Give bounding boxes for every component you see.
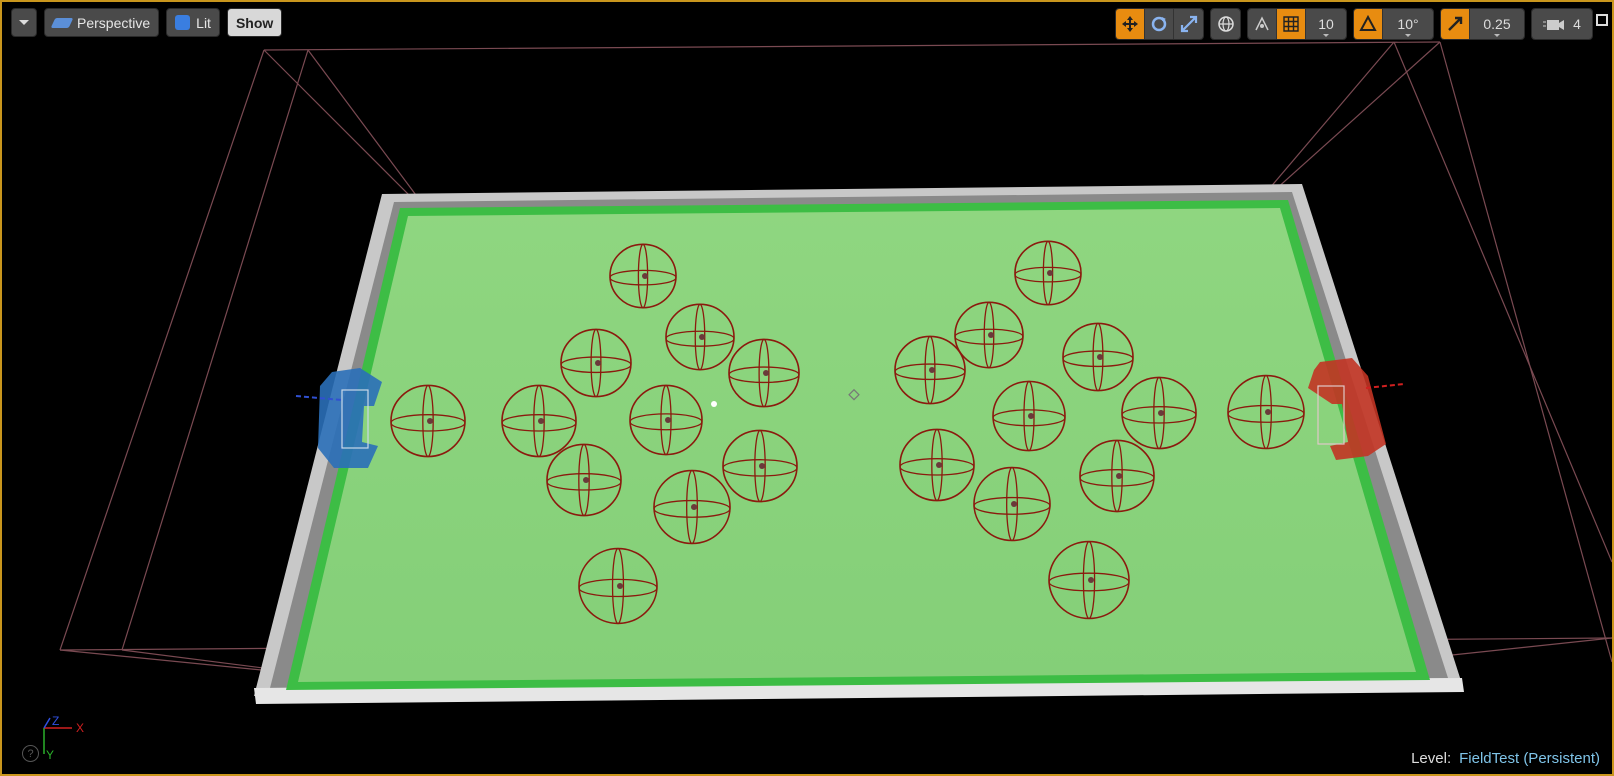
grid-snap-label: 10 <box>1318 16 1334 32</box>
rotate-icon <box>1151 16 1167 32</box>
scale-snap-toggle[interactable] <box>1441 9 1470 39</box>
viewport-options-button[interactable] <box>11 8 37 37</box>
camera-speed-label: 4 <box>1573 16 1581 32</box>
perspective-button[interactable]: Perspective <box>44 8 160 37</box>
camera-speed-button[interactable]: 4 <box>1532 9 1592 39</box>
scale-snap-value[interactable]: 0.25 <box>1470 9 1524 39</box>
grid-snap-group: 10 <box>1247 8 1347 40</box>
translate-mode-button[interactable] <box>1116 9 1145 39</box>
surface-snap-icon <box>1255 16 1269 31</box>
rotate-mode-button[interactable] <box>1145 9 1174 39</box>
scale-snap-label: 0.25 <box>1483 16 1511 32</box>
scale-icon <box>1180 15 1197 33</box>
level-name: FieldTest (Persistent) <box>1459 750 1600 767</box>
globe-icon <box>1217 16 1234 32</box>
rotation-snap-toggle[interactable] <box>1354 9 1383 39</box>
perspective-label: Perspective <box>77 14 151 31</box>
scene-canvas[interactable] <box>2 2 1612 774</box>
grid-snap-toggle[interactable] <box>1277 9 1306 39</box>
maximize-viewport-icon[interactable] <box>1596 14 1608 26</box>
caret-down-icon <box>1405 34 1411 37</box>
camera-icon <box>1543 20 1565 30</box>
caret-down-icon <box>1323 34 1329 37</box>
rotation-snap-label: 10° <box>1397 16 1419 32</box>
help-icon[interactable]: ? <box>22 745 39 762</box>
move-arrows-icon <box>1122 16 1138 32</box>
angle-icon <box>1359 15 1377 31</box>
rotation-snap-group: 10° <box>1353 8 1434 40</box>
viewport-toolbar-right: 10 10° 0.25 4 <box>1115 8 1593 40</box>
center-spot-marker <box>711 401 717 407</box>
lit-button[interactable]: Lit <box>166 8 220 37</box>
level-label: Level: <box>1411 750 1452 767</box>
rotation-snap-value[interactable]: 10° <box>1383 9 1433 39</box>
viewport-toolbar-left: Perspective Lit Show <box>11 8 283 37</box>
level-viewport[interactable]: Perspective Lit Show 10 10° 0.25 4 Z X Y… <box>0 0 1614 776</box>
scale-mode-button[interactable] <box>1174 9 1203 39</box>
surface-snap-button[interactable] <box>1248 9 1277 39</box>
show-button[interactable]: Show <box>226 8 283 37</box>
lit-label: Lit <box>196 14 211 31</box>
axis-x-label: X <box>76 721 84 735</box>
axis-y-label: Y <box>46 748 54 760</box>
chevron-down-icon <box>19 20 29 25</box>
lit-sphere-icon <box>175 15 191 30</box>
level-indicator: Level: FieldTest (Persistent) <box>1411 750 1600 767</box>
transform-mode-group <box>1115 8 1204 40</box>
coordinate-space-group <box>1210 8 1241 40</box>
axis-z-label: Z <box>52 716 59 728</box>
axis-gizmo: Z X Y <box>43 716 84 760</box>
show-label: Show <box>235 14 274 31</box>
grid-icon <box>1283 16 1299 32</box>
caret-down-icon <box>1494 34 1500 37</box>
perspective-cube-icon <box>50 17 74 28</box>
grid-snap-value[interactable]: 10 <box>1306 9 1346 39</box>
world-space-button[interactable] <box>1211 9 1240 39</box>
scale-snap-group: 0.25 <box>1440 8 1525 40</box>
scale-snap-icon <box>1448 16 1463 31</box>
camera-speed-group: 4 <box>1531 8 1593 40</box>
